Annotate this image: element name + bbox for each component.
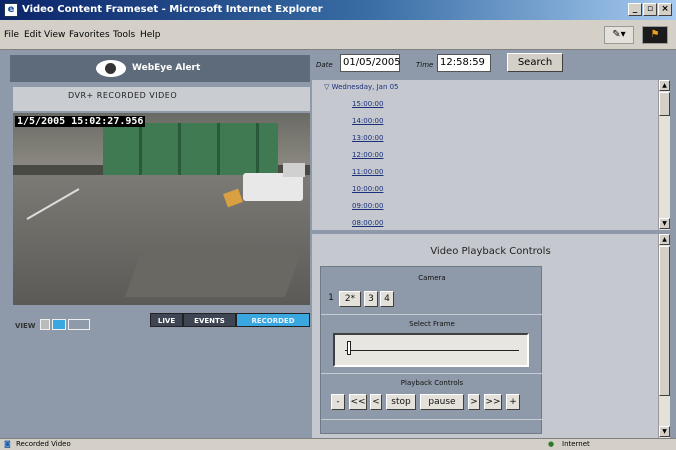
menu-help[interactable]: Help (140, 30, 161, 40)
eye-logo-icon (96, 60, 126, 77)
playback-title: Video Playback Controls (430, 246, 551, 257)
search-button[interactable]: Search (507, 53, 563, 72)
brand-name: WebEye Alert (132, 63, 201, 73)
zone-text: Internet (562, 440, 590, 448)
time-slot-link[interactable]: 09:00:00 (352, 202, 383, 210)
playback-controls-label: Playback Controls (400, 379, 464, 387)
step-back-button[interactable]: < (370, 394, 382, 410)
camera-selected-marker: * (350, 294, 356, 304)
time-slot-link[interactable]: 15:00:00 (352, 100, 383, 108)
camera-3-button[interactable]: 3 (364, 291, 378, 307)
scroll-down-icon[interactable]: ▼ (659, 426, 670, 437)
view-label: VIEW (15, 322, 36, 330)
time-input[interactable]: 12:58:59 (437, 54, 491, 72)
camera-2-button[interactable]: 2* (339, 291, 361, 307)
tab-live[interactable]: LIVE (150, 313, 183, 327)
scroll-down-icon[interactable]: ▼ (659, 218, 670, 229)
time-slot-link[interactable]: 12:00:00 (352, 151, 383, 159)
camera-4-button[interactable]: 4 (380, 291, 394, 307)
view-double-button[interactable] (52, 319, 66, 330)
control-pane: Date 01/05/2005 Time 12:58:59 Search ▽ W… (312, 50, 676, 438)
links-icon[interactable]: ✎▾ (604, 26, 634, 44)
fast-rewind-button[interactable]: << (349, 394, 367, 410)
day-label: Wednesday, Jan 05 (331, 83, 399, 91)
speed-down-button[interactable]: - (331, 394, 345, 410)
video-pane: WebEye Alert DVR+ RECORDED VIDEO 1/5/200… (10, 55, 310, 435)
pause-button[interactable]: pause (420, 394, 464, 410)
brand-header: WebEye Alert (10, 55, 310, 82)
menu-tools[interactable]: Tools (113, 30, 135, 40)
step-forward-button[interactable]: > (468, 394, 480, 410)
time-slot-link[interactable]: 14:00:00 (352, 117, 383, 125)
tab-recorded[interactable]: RECORDED (236, 313, 310, 327)
menu-file[interactable]: File (4, 30, 19, 40)
scroll-up-icon[interactable]: ▲ (659, 80, 670, 91)
time-slot-link[interactable]: 11:00:00 (352, 168, 383, 176)
internet-zone-icon: ● (548, 440, 555, 448)
video-timestamp: 1/5/2005 15:02:27.956 (15, 116, 146, 127)
status-text: Recorded Video (16, 440, 71, 448)
view-single-button[interactable] (40, 319, 50, 330)
menu-favorites[interactable]: Favorites (69, 30, 110, 40)
playback-area: Video Playback Controls Camera 1 2* 3 4 … (312, 234, 669, 438)
date-label: Date (316, 61, 333, 69)
close-button[interactable]: × (658, 3, 672, 16)
time-slot-link[interactable]: 10:00:00 (352, 185, 383, 193)
date-input[interactable]: 01/05/2005 (340, 54, 401, 72)
minimize-button[interactable]: _ (628, 3, 642, 16)
frame-slider[interactable] (333, 333, 529, 367)
menu-bar: File Edit View Favorites Tools Help ✎▾ ⚑ (0, 20, 676, 50)
scroll-thumb[interactable] (659, 92, 670, 116)
time-list: ▽ Wednesday, Jan 05 15:00:00 14:00:00 13… (312, 80, 669, 230)
menu-view[interactable]: View (44, 30, 65, 40)
page-content: WebEye Alert DVR+ RECORDED VIDEO 1/5/200… (0, 50, 676, 438)
window-title: Video Content Frameset - Microsoft Inter… (22, 4, 323, 15)
scroll-thumb[interactable] (659, 246, 670, 396)
playback-panel: Camera 1 2* 3 4 Select Frame Playback Co… (320, 266, 543, 434)
windows-logo-icon: ⚑ (642, 26, 668, 44)
select-frame-label: Select Frame (409, 320, 455, 328)
fast-forward-button[interactable]: >> (484, 394, 502, 410)
camera-1-button[interactable]: 1 (325, 291, 337, 307)
video-frame: 1/5/2005 15:02:27.956 (13, 113, 310, 305)
camera-label: Camera (418, 274, 446, 282)
speed-up-button[interactable]: + (506, 394, 520, 410)
tab-events[interactable]: EVENTS (183, 313, 236, 327)
time-list-scrollbar[interactable]: ▲ ▼ (658, 80, 670, 230)
day-node[interactable]: ▽ Wednesday, Jan 05 (324, 83, 399, 91)
page-status-icon: ◙ (4, 440, 11, 448)
maximize-button[interactable]: ▫ (643, 3, 657, 16)
frame-slider-handle[interactable] (347, 341, 351, 355)
time-slot-link[interactable]: 08:00:00 (352, 219, 383, 227)
time-label: Time (416, 61, 434, 69)
stop-button[interactable]: stop (386, 394, 416, 410)
menu-edit[interactable]: Edit (24, 30, 41, 40)
search-bar: Date 01/05/2005 Time 12:58:59 Search (312, 50, 676, 78)
view-quad-button[interactable] (68, 319, 90, 330)
status-bar: ◙ Recorded Video ● Internet (0, 438, 676, 450)
time-slot-link[interactable]: 13:00:00 (352, 134, 383, 142)
ie-icon: e (4, 3, 18, 17)
controls-scrollbar[interactable]: ▲ ▼ (658, 234, 670, 438)
scroll-up-icon[interactable]: ▲ (659, 234, 670, 245)
mode-tabs: LIVE EVENTS RECORDED (150, 313, 310, 329)
window-titlebar: e Video Content Frameset - Microsoft Int… (0, 0, 676, 20)
video-header: DVR+ RECORDED VIDEO (13, 87, 310, 111)
